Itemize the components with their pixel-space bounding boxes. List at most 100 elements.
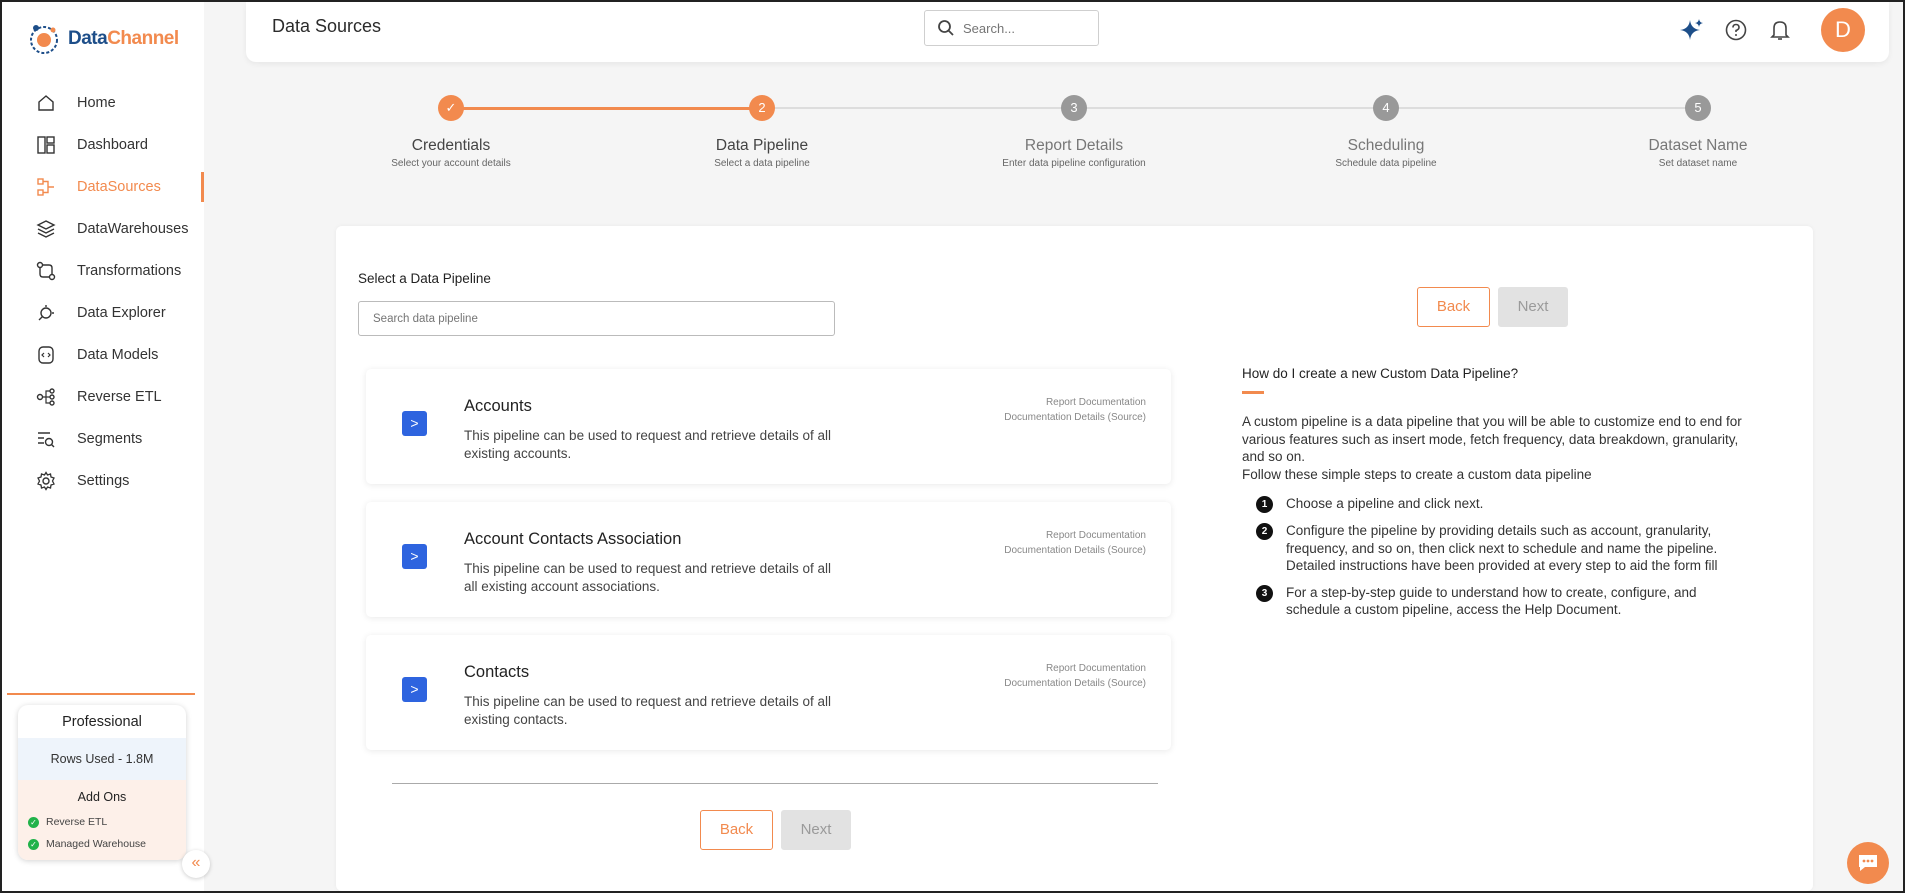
top-bar: Data Sources D (246, 2, 1889, 62)
search-icon (938, 20, 954, 36)
plan-card: Professional Rows Used - 1.8M Add Ons ✓ R… (18, 705, 186, 860)
dashboard-icon (35, 134, 57, 156)
pipeline-card-accounts[interactable]: > Accounts This pipeline can be used to … (366, 369, 1171, 484)
logo[interactable]: DataChannel (28, 20, 179, 58)
next-button-bottom[interactable]: Next (781, 810, 851, 850)
sidebar-item-label: Transformations (77, 263, 182, 279)
addon-label: Reverse ETL (46, 816, 108, 828)
sidebar-item-label: Home (77, 95, 116, 111)
pipeline-description: This pipeline can be used to request and… (464, 561, 831, 594)
double-chevron-left-icon: « (191, 854, 201, 871)
sidebar-item-label: Reverse ETL (77, 389, 162, 405)
step-report-details[interactable]: 3 Report Details Enter data pipeline con… (974, 76, 1174, 169)
step-scheduling[interactable]: 4 Scheduling Schedule data pipeline (1286, 76, 1486, 169)
pipeline-title: Accounts (464, 397, 532, 415)
step-label: Credentials (411, 137, 491, 154)
search-input[interactable] (963, 20, 1083, 36)
sidebar-item-dashboard[interactable]: Dashboard (2, 124, 204, 166)
documentation-details-link[interactable]: Documentation Details (Source) (1004, 676, 1146, 691)
datachannel-logo-icon (30, 25, 58, 54)
logo-text: DataChannel (68, 28, 179, 49)
chevron-right-icon: > (402, 544, 427, 569)
check-icon: ✓ (438, 95, 464, 121)
sidebar: DataChannel Home Dashboard DataSources D… (2, 2, 204, 891)
sidebar-item-reverse-etl[interactable]: Reverse ETL (2, 376, 204, 418)
models-icon (35, 344, 57, 366)
back-button-bottom[interactable]: Back (700, 810, 773, 850)
report-documentation-link[interactable]: Report Documentation (1004, 395, 1146, 410)
plan-title: Professional (62, 714, 142, 730)
check-icon: ✓ (28, 816, 39, 828)
documentation-details-link[interactable]: Documentation Details (Source) (1004, 410, 1146, 425)
step-credentials[interactable]: ✓ Credentials Select your account detail… (351, 76, 551, 169)
pipeline-panel: Select a Data Pipeline Back Next > Accou… (336, 226, 1813, 891)
step-number-badge: 2 (1256, 523, 1273, 540)
sidebar-divider (7, 693, 195, 695)
wizard-stepper: ✓ Credentials Select your account detail… (252, 76, 1882, 186)
pipeline-description: This pipeline can be used to request and… (464, 694, 831, 727)
pipeline-card-contacts[interactable]: > Contacts This pipeline can be used to … (366, 635, 1171, 750)
addon-label: Managed Warehouse (46, 838, 147, 850)
check-icon: ✓ (28, 838, 39, 850)
step-dataset-name[interactable]: 5 Dataset Name Set dataset name (1598, 76, 1798, 169)
addon-item: ✓ Reverse ETL (18, 811, 186, 833)
pipeline-description: This pipeline can be used to request and… (464, 428, 831, 461)
sparkle-icon[interactable] (1679, 17, 1705, 43)
back-button-top[interactable]: Back (1417, 287, 1490, 327)
step-number: 3 (1061, 95, 1087, 121)
sidebar-item-transformations[interactable]: Transformations (2, 250, 204, 292)
divider (392, 783, 1158, 784)
report-documentation-link[interactable]: Report Documentation (1004, 661, 1146, 676)
sidebar-item-label: Data Explorer (77, 305, 166, 321)
sidebar-item-segments[interactable]: Segments (2, 418, 204, 460)
page-title: Data Sources (272, 16, 382, 36)
collapse-sidebar-button[interactable]: « (182, 850, 210, 878)
sidebar-item-label: Segments (77, 431, 143, 447)
pipeline-card-account-contacts-association[interactable]: > Account Contacts Association This pipe… (366, 502, 1171, 617)
sidebar-item-data-explorer[interactable]: Data Explorer (2, 292, 204, 334)
sidebar-item-label: Settings (77, 473, 130, 489)
sidebar-item-home[interactable]: Home (2, 82, 204, 124)
avatar[interactable]: D (1821, 8, 1865, 52)
sidebar-item-label: Dashboard (77, 137, 148, 153)
step-label: Dataset Name (1648, 137, 1748, 154)
chat-button[interactable] (1847, 842, 1889, 884)
global-search[interactable] (924, 10, 1099, 46)
step-sub: Schedule data pipeline (1335, 158, 1437, 169)
gear-icon (35, 470, 57, 492)
explorer-icon (35, 302, 57, 324)
pipeline-title: Account Contacts Association (464, 530, 682, 548)
pipeline-search-input[interactable] (358, 301, 835, 336)
pipeline-links: Report Documentation Documentation Detai… (1004, 528, 1146, 558)
help-step: 2 Configure the pipeline by providing de… (1256, 522, 1752, 575)
documentation-details-link[interactable]: Documentation Details (Source) (1004, 543, 1146, 558)
pipeline-links: Report Documentation Documentation Detai… (1004, 395, 1146, 425)
sidebar-item-data-models[interactable]: Data Models (2, 334, 204, 376)
next-button-top[interactable]: Next (1498, 287, 1568, 327)
sidebar-item-label: DataWarehouses (77, 221, 189, 237)
help-steps: 1 Choose a pipeline and click next. 2 Co… (1242, 495, 1752, 619)
step-number: 5 (1685, 95, 1711, 121)
help-section: How do I create a new Custom Data Pipeli… (1242, 366, 1752, 628)
help-paragraph: A custom pipeline is a data pipeline tha… (1242, 414, 1742, 464)
help-icon[interactable] (1723, 17, 1749, 43)
help-title: How do I create a new Custom Data Pipeli… (1242, 366, 1519, 381)
report-documentation-link[interactable]: Report Documentation (1004, 528, 1146, 543)
bell-icon[interactable] (1767, 17, 1793, 43)
sidebar-item-datasources[interactable]: DataSources (2, 166, 204, 208)
addon-item: ✓ Managed Warehouse (18, 833, 186, 855)
sidebar-item-label: DataSources (77, 179, 161, 195)
segments-icon (35, 428, 57, 450)
step-data-pipeline[interactable]: 2 Data Pipeline Select a data pipeline (662, 76, 862, 169)
select-pipeline-label: Select a Data Pipeline (358, 271, 491, 286)
sidebar-item-settings[interactable]: Settings (2, 460, 204, 502)
help-intro: A custom pipeline is a data pipeline tha… (1242, 413, 1752, 483)
step-number: 4 (1373, 95, 1399, 121)
reverse-etl-icon (35, 386, 57, 408)
addons-section: Add Ons ✓ Reverse ETL ✓ Managed Warehouse (18, 780, 186, 860)
help-step: 3 For a step-by-step guide to understand… (1256, 584, 1752, 619)
step-number: 2 (749, 95, 775, 121)
sidebar-item-datawarehouses[interactable]: DataWarehouses (2, 208, 204, 250)
step-label: Scheduling (1347, 137, 1425, 154)
sidebar-nav: Home Dashboard DataSources DataWarehouse… (2, 82, 204, 502)
